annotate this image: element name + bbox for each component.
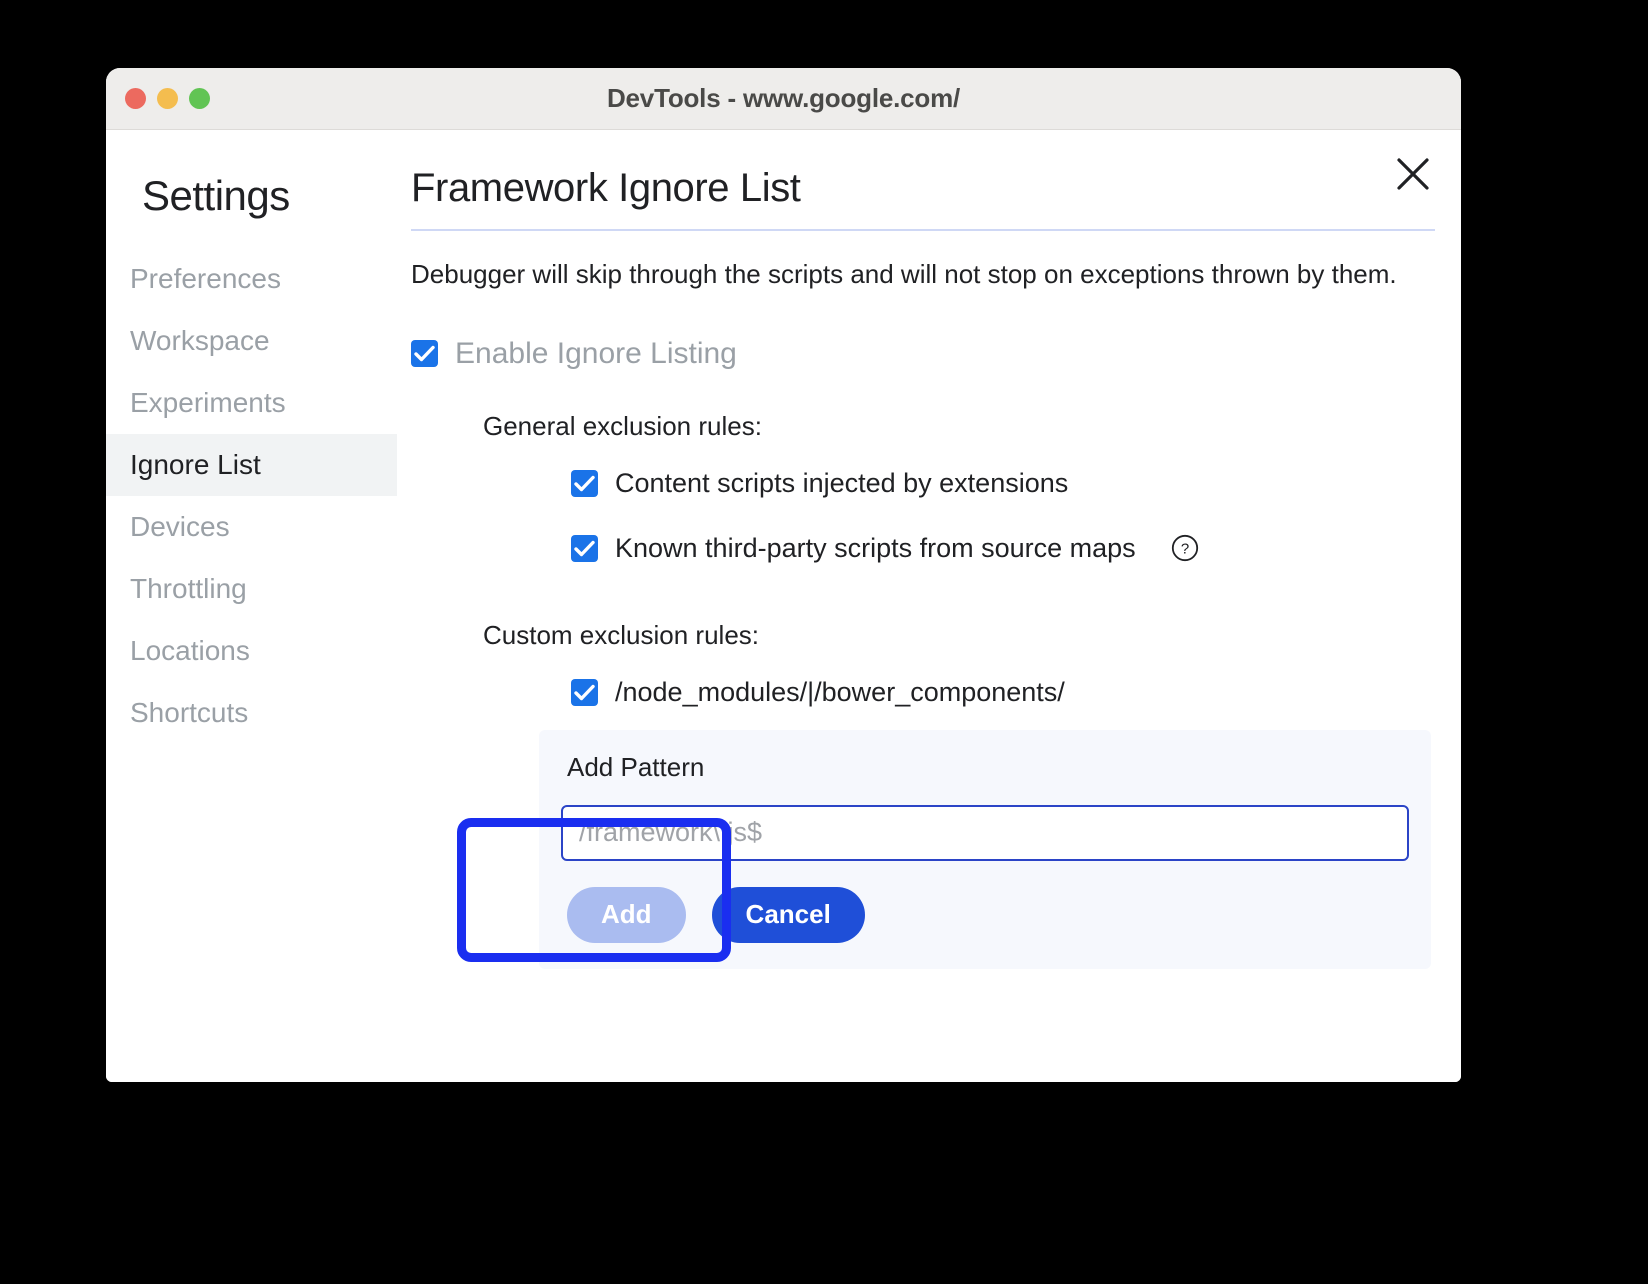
traffic-light-group [125,88,210,109]
sidebar-item-preferences[interactable]: Preferences [106,248,397,310]
add-pattern-label: Add Pattern [567,752,1409,783]
add-pattern-input[interactable] [561,805,1409,861]
settings-dialog: Settings Preferences Workspace Experimen… [106,130,1461,1082]
sidebar-item-label: Workspace [130,325,270,357]
window-titlebar: DevTools - www.google.com/ [106,68,1461,130]
add-pattern-panel: Add Pattern Add Cancel [539,730,1431,969]
page-title: Framework Ignore List [411,166,1435,211]
sidebar-item-workspace[interactable]: Workspace [106,310,397,372]
third-party-scripts-checkbox[interactable] [571,535,598,562]
enable-ignore-listing-checkbox[interactable] [411,340,438,367]
content-scripts-label: Content scripts injected by extensions [615,468,1068,499]
content-scripts-checkbox[interactable] [571,470,598,497]
screen-root: DevTools - www.google.com/ Settings Pref… [0,0,1648,1284]
settings-main-panel: Framework Ignore List Debugger will skip… [397,130,1461,1082]
general-exclusion-heading: General exclusion rules: [483,411,1435,442]
sidebar-item-label: Shortcuts [130,697,248,729]
custom-exclusion-group: Custom exclusion rules: /node_modules/|/… [483,620,1435,969]
devtools-window: DevTools - www.google.com/ Settings Pref… [106,68,1461,1082]
node-modules-label: /node_modules/|/bower_components/ [615,677,1065,708]
sidebar-item-throttling[interactable]: Throttling [106,558,397,620]
sidebar-item-label: Locations [130,635,250,667]
sidebar-item-label: Devices [130,511,230,543]
enable-ignore-listing-row[interactable]: Enable Ignore Listing [411,337,1435,371]
window-title: DevTools - www.google.com/ [106,83,1461,114]
sidebar-item-label: Experiments [130,387,286,419]
sidebar-item-ignore-list[interactable]: Ignore List [106,434,397,496]
sidebar-item-label: Preferences [130,263,281,295]
close-window-button[interactable] [125,88,146,109]
node-modules-checkbox[interactable] [571,679,598,706]
sidebar-item-shortcuts[interactable]: Shortcuts [106,682,397,744]
sidebar-title: Settings [106,172,397,220]
svg-text:?: ? [1181,541,1189,558]
minimize-window-button[interactable] [157,88,178,109]
title-divider [411,229,1435,231]
sidebar-item-devices[interactable]: Devices [106,496,397,558]
add-pattern-button-row: Add Cancel [567,887,1409,943]
checkmark-icon [574,474,595,493]
maximize-window-button[interactable] [189,88,210,109]
panel-description: Debugger will skip through the scripts a… [411,257,1435,293]
settings-sidebar: Settings Preferences Workspace Experimen… [106,130,397,1082]
rule-row-third-party-scripts[interactable]: Known third-party scripts from source ma… [571,533,1435,564]
checkmark-icon [574,539,595,558]
sidebar-item-locations[interactable]: Locations [106,620,397,682]
enable-ignore-listing-label: Enable Ignore Listing [455,337,737,371]
add-pattern-submit-button[interactable]: Add [567,887,686,943]
custom-exclusion-heading: Custom exclusion rules: [483,620,1435,651]
sidebar-item-label: Ignore List [130,449,261,481]
add-pattern-cancel-button[interactable]: Cancel [712,887,865,943]
rule-row-content-scripts[interactable]: Content scripts injected by extensions [571,468,1435,499]
checkmark-icon [414,344,435,363]
general-exclusion-group: General exclusion rules: Content scripts… [483,411,1435,564]
sidebar-item-experiments[interactable]: Experiments [106,372,397,434]
sidebar-item-label: Throttling [130,573,247,605]
close-icon [1396,157,1430,191]
close-settings-button[interactable] [1391,152,1435,196]
checkmark-icon [574,683,595,702]
help-circle-icon[interactable]: ? [1171,534,1199,562]
rule-row-node-modules[interactable]: /node_modules/|/bower_components/ [571,677,1435,708]
third-party-scripts-label: Known third-party scripts from source ma… [615,533,1136,564]
